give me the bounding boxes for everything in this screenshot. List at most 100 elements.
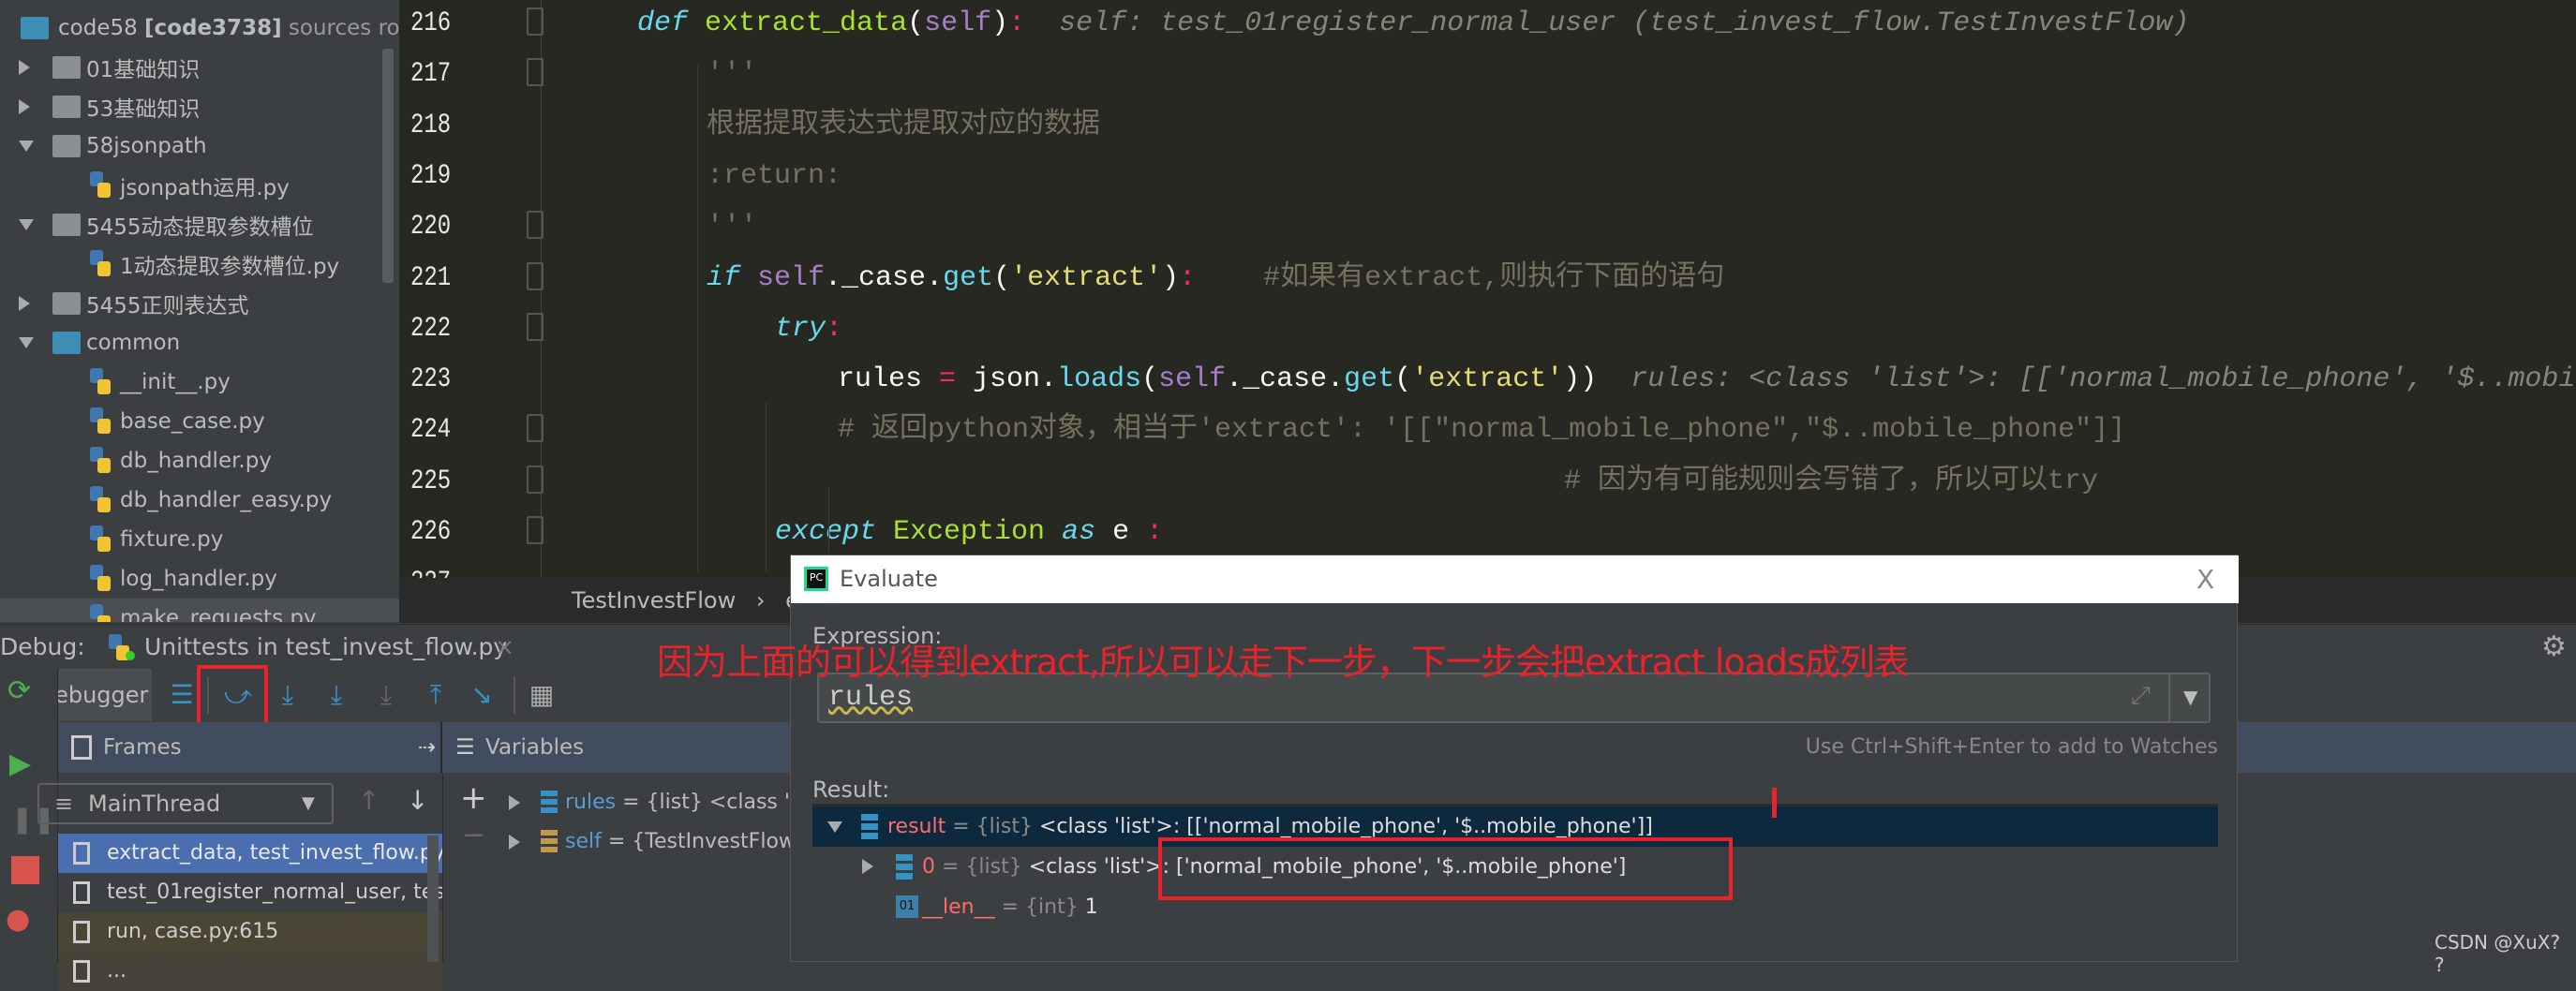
add-watch-icon[interactable]: +	[460, 779, 487, 817]
previous-frame-icon[interactable]: ↑	[358, 785, 380, 816]
gear-icon[interactable]: ⚙	[2541, 625, 2567, 670]
chevron-right-icon[interactable]	[19, 99, 30, 114]
tree-item[interactable]: fixture.py	[0, 520, 399, 559]
code-line[interactable]: # 因为有可能规则会写错了，所以可以try	[1564, 456, 2098, 507]
tree-item[interactable]: db_handler.py	[0, 441, 399, 481]
tree-item[interactable]: jsonpath运用.py	[0, 166, 399, 205]
tree-item-label: make_requests.py	[120, 606, 317, 622]
frame-item[interactable]: ...	[58, 952, 442, 991]
tree-item[interactable]: code58 [code3738] sources roo	[0, 8, 399, 48]
code-line[interactable]: def extract_data(self): self: test_01reg…	[637, 0, 2189, 49]
fold-marker-icon[interactable]	[527, 414, 543, 443]
code-token: self	[1158, 363, 1227, 396]
annotation-mark	[1772, 788, 1777, 818]
code-token: :	[1146, 516, 1164, 548]
dialog-title-bar: PC Evaluate X	[791, 555, 2239, 603]
tree-item[interactable]: 01基础知识	[0, 48, 399, 87]
chevron-right-icon[interactable]	[19, 60, 30, 75]
code-line[interactable]: '''	[707, 49, 757, 99]
code-line[interactable]: if self._case.get('extract'): #如果有extrac…	[707, 253, 1724, 303]
frame-icon	[73, 921, 90, 943]
tree-item[interactable]: 53基础知识	[0, 87, 399, 126]
code-token: if	[707, 261, 741, 294]
line-number: 220	[410, 211, 452, 244]
code-token: :	[1008, 7, 1026, 39]
breadcrumb-class[interactable]: TestInvestFlow	[572, 587, 736, 614]
tree-item[interactable]: __init__.py	[0, 362, 399, 402]
code-line[interactable]: '''	[707, 201, 757, 252]
tree-item[interactable]: 58jsonpath	[0, 126, 399, 166]
run-to-cursor-icon[interactable]: ↘	[465, 678, 499, 712]
line-number: 222	[410, 312, 452, 345]
code-token: def	[637, 7, 689, 39]
step-into-my-code-icon[interactable]: ⤓	[320, 678, 353, 712]
code-line[interactable]: 根据提取表达式提取对应的数据	[707, 100, 1100, 151]
code-token: )	[991, 7, 1009, 39]
expand-icon[interactable]: ⤢	[2131, 682, 2151, 711]
result-name: 0	[922, 855, 935, 879]
fold-marker-icon[interactable]	[527, 211, 543, 240]
pin-icon[interactable]: ⇢	[418, 722, 436, 773]
code-line[interactable]: # 返回python对象，相当于'extract': '[["normal_mo…	[838, 405, 2125, 455]
debug-label: Debug:	[0, 633, 85, 660]
chevron-right-icon[interactable]	[862, 859, 873, 874]
tree-item[interactable]: 5455动态提取参数槽位	[0, 205, 399, 244]
next-frame-icon[interactable]: ↓	[407, 785, 428, 816]
line-number: 227	[410, 557, 451, 578]
breakpoints-icon[interactable]: ●	[6, 903, 30, 936]
frame-item[interactable]: extract_data, test_invest_flow.py:2	[58, 834, 442, 873]
chevron-right-icon[interactable]	[19, 296, 30, 311]
tree-item-label: 01基础知识	[86, 58, 201, 82]
thread-dropdown[interactable]: ≡ MainThread ▼	[37, 783, 334, 824]
tree-item[interactable]: db_handler_easy.py	[0, 481, 399, 520]
tab-unittests[interactable]: Unittests in test_invest_flow.py ×	[90, 625, 530, 670]
step-out-icon[interactable]: ⤒	[419, 678, 453, 712]
rerun-icon[interactable]: ⟳	[7, 674, 31, 707]
fold-marker-icon[interactable]	[527, 7, 543, 36]
code-line[interactable]: except Exception as e :	[775, 507, 1163, 557]
resume-icon[interactable]: ▶	[9, 747, 31, 780]
chevron-right-icon[interactable]	[509, 835, 520, 850]
chevron-down-icon[interactable]	[19, 219, 34, 230]
frames-layout-icon[interactable]: ☰	[165, 678, 199, 712]
code-line[interactable]: :return:	[707, 151, 841, 201]
chevron-right-icon[interactable]	[509, 795, 520, 810]
tree-item[interactable]: common	[0, 323, 399, 362]
fold-marker-icon[interactable]	[527, 58, 543, 87]
history-dropdown-icon[interactable]: ▼	[2183, 686, 2197, 708]
chevron-down-icon[interactable]	[19, 141, 34, 152]
close-icon[interactable]: ×	[495, 625, 514, 670]
code-line[interactable]: try:	[775, 303, 842, 354]
code-line[interactable]: rules = json.loads(self._case.get('extra…	[838, 354, 2575, 405]
project-tree-scrollbar[interactable]	[382, 49, 394, 283]
result-text: __len__ = {int} 1	[922, 887, 1098, 927]
code-token: ._case.	[1226, 363, 1345, 396]
chevron-down-icon: ▼	[302, 793, 315, 813]
variable-item[interactable]: self = {TestInvestFlow	[565, 822, 796, 862]
chevron-down-icon[interactable]	[19, 337, 34, 348]
tree-item[interactable]: 1动态提取参数槽位.py	[0, 244, 399, 284]
code-token: Exception	[876, 516, 1063, 548]
fold-marker-icon[interactable]	[527, 465, 543, 494]
code-editor[interactable]: 216 217 218 219 220 221 222 223 224 225 226 227 def…	[399, 0, 2576, 578]
fold-marker-icon[interactable]	[527, 261, 543, 290]
fold-marker-icon[interactable]	[527, 312, 543, 341]
variable-item[interactable]: rules = {list} <class 'li	[565, 783, 801, 822]
tree-item[interactable]: make_requests.py	[0, 599, 399, 622]
stop-icon[interactable]	[11, 856, 39, 884]
frame-icon	[73, 881, 90, 904]
remove-watch-icon[interactable]: −	[462, 819, 485, 851]
close-icon[interactable]: X	[2196, 555, 2214, 603]
step-into-icon[interactable]: ⤓	[271, 678, 305, 712]
tree-item[interactable]: log_handler.py	[0, 559, 399, 599]
frame-item[interactable]: run, case.py:615	[58, 912, 442, 952]
force-step-into-icon[interactable]: ⤓	[369, 678, 403, 712]
evaluate-expression-icon[interactable]: ▦	[525, 678, 558, 712]
tree-item[interactable]: 5455正则表达式	[0, 284, 399, 323]
fold-marker-icon[interactable]	[527, 516, 543, 544]
tree-item[interactable]: base_case.py	[0, 402, 399, 441]
frame-item[interactable]: test_01register_normal_user, test_	[58, 873, 442, 912]
frames-scrollbar[interactable]	[427, 836, 439, 962]
chevron-down-icon[interactable]	[827, 821, 842, 833]
